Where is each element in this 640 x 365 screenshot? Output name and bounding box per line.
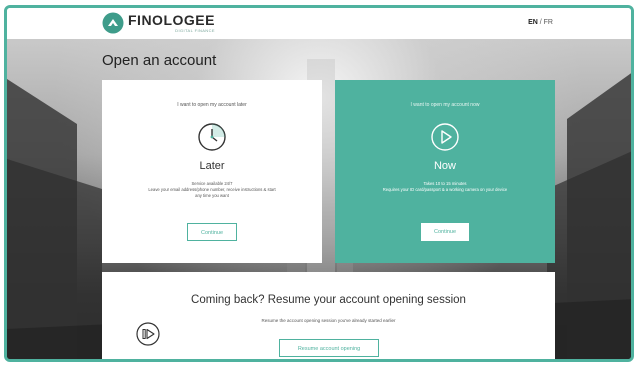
lang-fr-link[interactable]: FR [544,19,553,26]
brand-logo[interactable]: FINOLOGEE DIGITAL FINANCE [102,12,215,34]
lang-en-link[interactable]: EN [528,19,538,26]
resume-title: Coming back? Resume your account opening… [191,294,466,306]
resume-subtitle: Resume the account opening session you'v… [261,318,396,323]
top-header: FINOLOGEE DIGITAL FINANCE EN / FR [7,8,631,40]
open-later-anytime: any time you want [195,193,229,198]
continue-later-button[interactable]: Continue [187,223,237,241]
finologee-logo-icon [102,12,124,34]
browser-frame: FINOLOGEE DIGITAL FINANCE EN / FR Open a… [4,5,634,362]
open-now-requirements: Requires your ID card/passport & a worki… [382,187,508,192]
open-now-heading: I want to open my account now [410,102,480,108]
open-now-title: Now [433,160,456,172]
language-switcher: EN / FR [528,19,553,26]
brand-tagline: DIGITAL FINANCE [175,28,215,33]
hero-background: Open an account I want to open my accoun… [7,39,631,359]
play-icon [431,123,459,151]
clock-icon [198,123,226,151]
open-now-card: I want to open my account now Now Takes … [335,80,555,263]
resume-session-panel: Coming back? Resume your account opening… [102,272,555,359]
page-title: Open an account [102,52,217,69]
continue-now-button[interactable]: Continue [421,223,469,241]
open-later-heading: I want to open my account later [177,102,247,108]
open-later-card: I want to open my account later Later Se… [102,80,322,263]
resume-account-opening-button[interactable]: Resume account opening [279,339,379,357]
brand-name: FINOLOGEE [128,12,215,28]
resume-icon [136,322,160,346]
open-later-title: Later [199,160,225,172]
